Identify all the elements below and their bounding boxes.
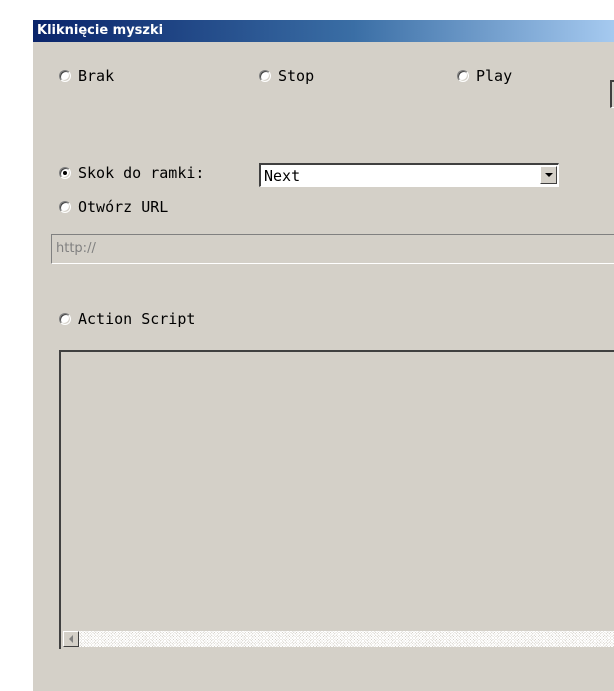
radio-brak-indicator[interactable] <box>59 70 71 82</box>
radio-brak-label: Brak <box>78 67 115 85</box>
frame-select[interactable]: Next <box>259 163 559 187</box>
radio-brak[interactable]: Brak <box>59 67 114 85</box>
radio-script-indicator[interactable] <box>59 313 71 325</box>
radio-stop-label: Stop <box>278 67 315 85</box>
action-script-editor[interactable] <box>59 350 614 649</box>
url-placeholder: http:// <box>56 241 96 256</box>
panel-title-bar: Kliknięcie myszki <box>33 20 614 42</box>
url-input[interactable]: http:// <box>51 234 614 264</box>
radio-skok-do-ramki[interactable]: Skok do ramki: <box>59 164 204 182</box>
mouse-click-panel: Kliknięcie myszki Brak Stop Play Skok do… <box>32 20 614 691</box>
radio-stop-indicator[interactable] <box>259 70 271 82</box>
radio-url-label: Otwórz URL <box>78 198 169 216</box>
radio-skok-indicator[interactable] <box>59 167 71 179</box>
radio-play-label: Play <box>476 67 513 85</box>
horizontal-scrollbar[interactable] <box>63 631 614 647</box>
radio-otworz-url[interactable]: Otwórz URL <box>59 198 168 216</box>
chevron-left-icon <box>69 635 73 643</box>
radio-play-indicator[interactable] <box>457 70 469 82</box>
panel-title: Kliknięcie myszki <box>37 23 164 38</box>
radio-skok-label: Skok do ramki: <box>78 164 205 182</box>
side-button[interactable] <box>610 80 614 108</box>
frame-select-value: Next <box>264 167 301 185</box>
scroll-left-button[interactable] <box>63 631 79 647</box>
radio-script-label: Action Script <box>78 310 196 328</box>
radio-play[interactable]: Play <box>457 67 512 85</box>
radio-stop[interactable]: Stop <box>259 67 314 85</box>
radio-action-script[interactable]: Action Script <box>59 310 195 328</box>
chevron-down-icon <box>544 173 553 177</box>
frame-select-dropdown-button[interactable] <box>540 166 557 184</box>
radio-url-indicator[interactable] <box>59 201 71 213</box>
